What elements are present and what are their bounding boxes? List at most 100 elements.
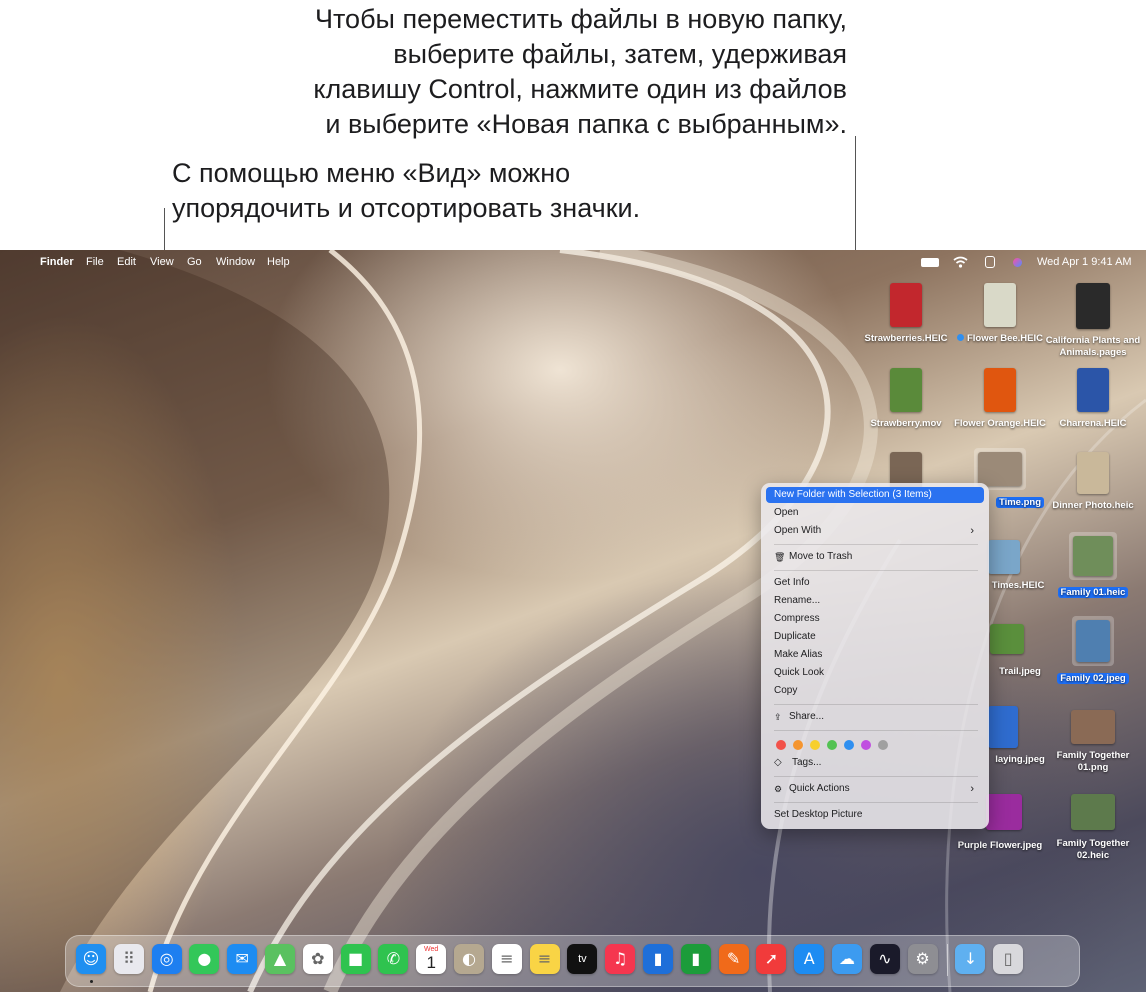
safari-icon[interactable]: ◎	[151, 944, 182, 974]
desktop-screen: Finder File Edit View Go Window Help Wed…	[0, 250, 1146, 992]
maps-icon[interactable]: ▲	[265, 944, 295, 974]
contacts-icon[interactable]: ◐	[454, 944, 484, 974]
menu-item-set-desktop-picture[interactable]: Set Desktop Picture	[766, 807, 984, 823]
battery-icon[interactable]	[921, 258, 939, 267]
menu-item-new-folder-with-selection[interactable]: New Folder with Selection (3 Items)	[766, 487, 984, 503]
tv-icon[interactable]: tv	[567, 944, 598, 974]
menu-go[interactable]: Go	[187, 256, 202, 268]
callout-line: выберите файлы, затем, удерживая	[393, 39, 847, 69]
menu-item-open[interactable]: Open	[766, 505, 984, 521]
finder-icon[interactable]: ☺	[76, 944, 106, 974]
menu-separator	[774, 776, 978, 777]
file-thumbnail	[1077, 452, 1109, 494]
app-store-icon[interactable]: A	[794, 944, 825, 974]
menu-item-tags[interactable]: ◇ Tags...	[766, 755, 984, 771]
gear-icon: ⚙	[774, 784, 783, 794]
trash-icon[interactable]: ▯	[993, 944, 1024, 974]
running-indicator	[90, 980, 93, 983]
file-thumbnail	[1071, 710, 1115, 744]
menu-edit[interactable]: Edit	[117, 256, 136, 268]
file-thumbnail	[984, 283, 1016, 327]
menu-item-copy[interactable]: Copy	[766, 683, 984, 699]
numbers-icon[interactable]: ▮	[680, 944, 711, 974]
app-glyph: ➚	[764, 949, 779, 968]
desktop-file-selected[interactable]: Family 01.heic	[1045, 532, 1141, 599]
messages-icon[interactable]: ●	[189, 944, 220, 974]
file-thumbnail	[890, 283, 922, 327]
menu-item-move-to-trash[interactable]: 🗑 Move to Trash	[766, 549, 984, 565]
tag-color-yellow[interactable]	[810, 740, 820, 750]
desktop-file[interactable]: Flower Orange.HEIC	[952, 368, 1048, 430]
calendar-icon[interactable]: Wed 1	[416, 944, 447, 974]
facetime-icon[interactable]: ■	[340, 944, 371, 974]
notes-icon[interactable]: ≡	[529, 944, 560, 974]
tag-color-purple[interactable]	[861, 740, 871, 750]
reminders-icon[interactable]: ≡	[491, 944, 522, 974]
menu-clock[interactable]: Wed Apr 1 9:41 AM	[1037, 256, 1132, 268]
tag-color-blue[interactable]	[844, 740, 854, 750]
control-center-icon[interactable]	[985, 256, 995, 268]
menu-item-get-info[interactable]: Get Info	[766, 575, 984, 591]
app-glyph: ♫	[613, 949, 628, 968]
tag-color-red[interactable]	[776, 740, 786, 750]
trash-icon: 🗑	[774, 552, 786, 562]
siri-icon[interactable]	[1013, 258, 1022, 267]
menu-app-name[interactable]: Finder	[40, 256, 74, 268]
menu-item-quick-look[interactable]: Quick Look	[766, 665, 984, 681]
music-icon[interactable]: ♫	[605, 944, 636, 974]
app-glyph: ▮	[691, 949, 701, 968]
desktop-file[interactable]: Dinner Photo.heic	[1045, 452, 1141, 512]
desktop-file[interactable]: Charrena.HEIC	[1045, 368, 1141, 430]
menu-separator	[774, 544, 978, 545]
callout-line: Чтобы переместить файлы в новую папку,	[315, 4, 847, 34]
menu-item-make-alias[interactable]: Make Alias	[766, 647, 984, 663]
phone-icon[interactable]: ✆	[378, 944, 409, 974]
desktop-file-selected[interactable]: Family 02.jpeg	[1045, 616, 1141, 685]
menu-item-compress[interactable]: Compress	[766, 611, 984, 627]
menu-help[interactable]: Help	[267, 256, 290, 268]
chevron-right-icon: ›	[970, 525, 974, 537]
menu-item-rename[interactable]: Rename...	[766, 593, 984, 609]
app-glyph: ✎	[726, 949, 741, 968]
photos-icon[interactable]: ✿	[302, 944, 333, 974]
menu-file[interactable]: File	[86, 256, 104, 268]
app-glyph: ●	[197, 949, 212, 968]
file-thumbnail	[988, 540, 1020, 574]
selection-highlight	[1069, 532, 1117, 580]
downloads-folder-icon[interactable]: ↓	[955, 944, 986, 974]
file-label: Flower Orange.HEIC	[954, 418, 1046, 429]
app-glyph: tv	[578, 953, 587, 965]
file-thumbnail	[988, 706, 1018, 748]
app-glyph: ✉	[235, 949, 249, 968]
pages-icon[interactable]: ✎	[718, 944, 749, 974]
app-glyph: ⚙	[915, 949, 930, 968]
menu-window[interactable]: Window	[216, 256, 255, 268]
file-thumbnail	[986, 794, 1022, 830]
desktop-file[interactable]: Flower Bee.HEIC	[952, 283, 1048, 345]
menu-view[interactable]: View	[150, 256, 174, 268]
desktop-file[interactable]: Strawberries.HEIC	[858, 283, 954, 345]
menu-item-share[interactable]: ⇪ Share...	[766, 709, 984, 725]
file-thumbnail	[990, 624, 1024, 654]
launchpad-icon[interactable]: ⠿	[113, 944, 144, 974]
tag-color-green[interactable]	[827, 740, 837, 750]
menu-item-open-with[interactable]: Open With ›	[766, 523, 984, 539]
app-glyph: ▲	[273, 949, 287, 968]
system-settings-icon[interactable]: ⚙	[907, 944, 938, 974]
desktop-file[interactable]: Strawberry.mov	[858, 368, 954, 430]
wifi-icon[interactable]	[953, 256, 968, 268]
rocket-icon[interactable]: ➚	[756, 944, 787, 974]
menu-item-quick-actions[interactable]: ⚙ Quick Actions ›	[766, 781, 984, 797]
stocks-icon[interactable]: ∿	[869, 944, 900, 974]
menu-item-duplicate[interactable]: Duplicate	[766, 629, 984, 645]
keynote-icon[interactable]: ▮	[643, 944, 673, 974]
desktop-file[interactable]: Family Together 01.png	[1045, 710, 1141, 774]
tag-color-orange[interactable]	[793, 740, 803, 750]
desktop-file[interactable]: Family Together 02.heic	[1045, 794, 1141, 862]
mail-icon[interactable]: ✉	[227, 944, 258, 974]
menu-separator	[774, 802, 978, 803]
weather-icon[interactable]: ☁	[832, 944, 862, 974]
tag-color-gray[interactable]	[878, 740, 888, 750]
file-label: Strawberries.HEIC	[864, 333, 948, 344]
desktop-file[interactable]: California Plants and Animals.pages	[1045, 283, 1141, 359]
